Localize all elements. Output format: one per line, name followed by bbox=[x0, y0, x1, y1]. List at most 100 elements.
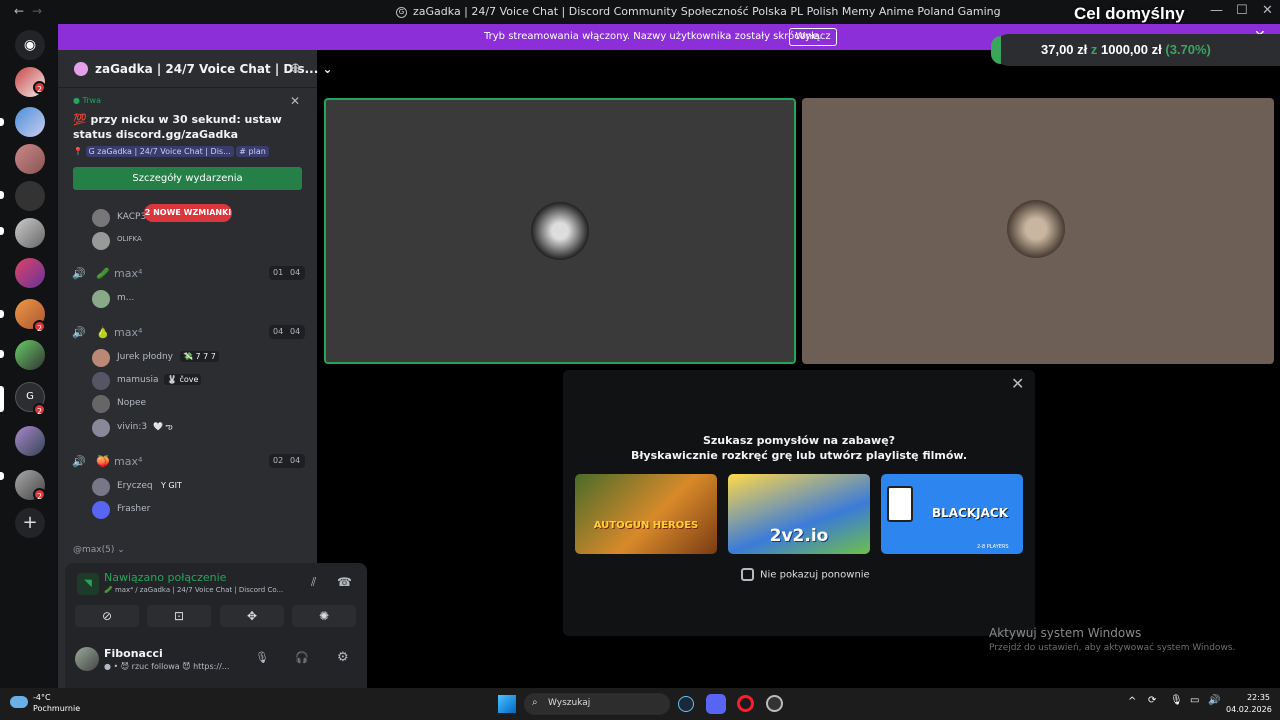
tray-monitor-icon[interactable]: ▭ bbox=[1190, 695, 1199, 706]
voice-channel[interactable]: 🔊 🥒 max⁴ 01 04 bbox=[72, 265, 312, 283]
tray-mic-icon[interactable]: 🎙 bbox=[1170, 695, 1183, 706]
app-icon[interactable] bbox=[766, 695, 783, 712]
tray-volume-icon[interactable]: 🔊 bbox=[1208, 695, 1220, 706]
window-title-text: zaGadka | 24/7 Voice Chat | Discord Comm… bbox=[413, 5, 1001, 18]
noise-suppression-icon[interactable]: ⫽ bbox=[311, 575, 316, 590]
username: Jurek płodny bbox=[117, 352, 173, 362]
participant-tile-speaking[interactable] bbox=[324, 98, 796, 364]
search-icon: ⌕ bbox=[532, 697, 538, 708]
modal-question: Szukasz pomysłów na zabawę? bbox=[702, 434, 896, 447]
participant-tile[interactable] bbox=[802, 98, 1274, 364]
screen-share-button[interactable]: ⊡ bbox=[147, 605, 211, 627]
players-tag: 2-8 PLAYERS bbox=[977, 544, 1009, 550]
donation-goal-widget: 37,00 zł z 1000,00 zł (3.70%) bbox=[991, 34, 1280, 66]
speaker-icon: 🔊 bbox=[72, 455, 86, 468]
username: vivin:3 bbox=[117, 422, 148, 432]
server-icon-9[interactable] bbox=[15, 426, 45, 456]
invite-people-icon[interactable]: ⊕ bbox=[290, 61, 301, 76]
goal-current: 37,00 zł bbox=[1041, 42, 1088, 57]
mention-badge: 2 bbox=[33, 320, 46, 333]
event-status: ● Trwa bbox=[73, 96, 101, 105]
server-icon-2[interactable] bbox=[15, 107, 45, 137]
channel-user-count: 04 04 bbox=[269, 325, 305, 339]
tray-chevron-icon[interactable]: ^ bbox=[1128, 696, 1136, 707]
weather-cloud-icon[interactable] bbox=[10, 696, 28, 708]
tray-sync-icon[interactable]: ⟳ bbox=[1148, 695, 1156, 706]
avatar bbox=[92, 395, 110, 413]
avatar bbox=[92, 501, 110, 519]
back-arrow-icon[interactable]: ← bbox=[14, 4, 24, 18]
settings-gear-icon[interactable]: ⚙ bbox=[337, 650, 349, 665]
dont-show-again-checkbox[interactable]: Nie pokazuj ponownie bbox=[741, 568, 870, 581]
taskbar-date[interactable]: 04.02.2026 bbox=[1226, 705, 1272, 714]
server-name-text: zaGadka | 24/7 Voice Chat | Dis... bbox=[95, 62, 319, 76]
checkbox-box[interactable] bbox=[741, 568, 754, 581]
event-channel-chip[interactable]: # plan bbox=[236, 146, 269, 157]
server-logo-icon bbox=[74, 62, 88, 76]
voice-channel[interactable]: 🔊 🍑 max⁴ 02 04 bbox=[72, 453, 312, 471]
activity-card-blackjack[interactable]: BLACKJACK 2-8 PLAYERS bbox=[881, 474, 1023, 554]
soundboard-button[interactable]: ✺ bbox=[292, 605, 356, 627]
add-server-icon[interactable]: + bbox=[15, 508, 45, 538]
activities-button[interactable]: ✥ bbox=[220, 605, 284, 627]
disconnect-icon[interactable]: ☎ bbox=[337, 575, 352, 589]
event-server-chip[interactable]: G zaGadka | 24/7 Voice Chat | Dis... bbox=[85, 146, 234, 157]
forward-arrow-icon[interactable]: → bbox=[32, 4, 42, 18]
donation-goal-title: Cel domyślny bbox=[1074, 4, 1185, 23]
current-user-status: ● • 😈 rzuc followa 😈 https://... bbox=[104, 662, 230, 671]
user-avatar[interactable] bbox=[75, 647, 99, 671]
minimize-button[interactable]: — bbox=[1210, 3, 1223, 18]
unread-indicator bbox=[0, 310, 4, 318]
close-event-icon[interactable]: ✕ bbox=[290, 94, 300, 108]
headset-icon[interactable]: 🎧 bbox=[295, 651, 309, 664]
participant-avatar bbox=[531, 202, 589, 260]
username: m... bbox=[117, 293, 135, 303]
current-username[interactable]: Fibonacci bbox=[104, 647, 163, 660]
close-modal-icon[interactable]: ✕ bbox=[1011, 374, 1024, 393]
activity-suggestion-modal: ✕ Szukasz pomysłów na zabawę? Błyskawicz… bbox=[563, 370, 1035, 636]
discord-home-icon[interactable]: ◉ bbox=[15, 30, 45, 60]
activity-title: BLACKJACK bbox=[931, 506, 1009, 520]
server-icon-6[interactable] bbox=[15, 258, 45, 288]
activity-card-2v2io[interactable]: 2v2.io bbox=[728, 474, 870, 554]
windows-start-icon[interactable] bbox=[498, 695, 516, 713]
server-icon-4[interactable] bbox=[15, 181, 45, 211]
user-status-tag: Y GIT bbox=[161, 481, 182, 490]
close-window-button[interactable]: ✕ bbox=[1262, 3, 1273, 18]
server-icon-5[interactable] bbox=[15, 218, 45, 248]
server-header[interactable]: zaGadka | 24/7 Voice Chat | Dis... ⌄ ⊕ bbox=[58, 50, 333, 88]
weather-temperature[interactable]: -4°C bbox=[33, 693, 51, 702]
speaker-icon: 🔊 bbox=[72, 326, 86, 339]
taskbar-search[interactable]: ⌕ Wyszukaj bbox=[524, 693, 670, 715]
maximize-button[interactable]: ☐ bbox=[1236, 3, 1248, 18]
event-details-button[interactable]: Szczegóły wydarzenia bbox=[73, 167, 302, 190]
channel-name: max⁴ bbox=[114, 326, 143, 339]
voice-channel-path: 🥒 max⁴ / zaGadka | 24/7 Voice Chat | Dis… bbox=[104, 586, 284, 594]
disable-streamer-mode-button[interactable]: Wyłącz bbox=[789, 28, 837, 46]
microphone-icon[interactable]: 🎙 bbox=[255, 651, 269, 664]
participant-avatar bbox=[1007, 200, 1065, 258]
channel-sidebar: zaGadka | 24/7 Voice Chat | Dis... ⌄ ⊕ ●… bbox=[58, 50, 367, 688]
weather-description[interactable]: Pochmurnie bbox=[33, 704, 80, 713]
new-mentions-badge[interactable]: 2 NOWE WZMIANKI bbox=[144, 204, 232, 222]
mention-badge: 2 bbox=[33, 488, 46, 501]
discord-taskbar-icon[interactable] bbox=[706, 694, 726, 714]
windows-taskbar: -4°C Pochmurnie ⌕ Wyszukaj ^ ⟳ 🎙 ▭ 🔊 22:… bbox=[0, 688, 1280, 720]
unread-indicator bbox=[0, 118, 4, 126]
username: Frasher bbox=[117, 504, 151, 514]
server-icon-8[interactable] bbox=[15, 340, 45, 370]
server-icon-3[interactable] bbox=[15, 144, 45, 174]
voice-channel[interactable]: 🔊 🍐 max⁴ 04 04 bbox=[72, 324, 312, 342]
window-title: GzaGadka | 24/7 Voice Chat | Discord Com… bbox=[396, 5, 1001, 18]
taskbar-clock[interactable]: 22:35 bbox=[1226, 693, 1270, 702]
steam-icon[interactable] bbox=[678, 696, 694, 712]
modal-subtitle: Błyskawicznie rozkręć grę lub utwórz pla… bbox=[630, 449, 968, 462]
camera-button[interactable]: ⊘ bbox=[75, 605, 139, 627]
user-count: 02 bbox=[273, 456, 284, 465]
signal-icon[interactable]: ◥ bbox=[77, 573, 99, 595]
voice-status[interactable]: Nawiązano połączenie bbox=[104, 571, 226, 584]
activity-card-autogun-heroes[interactable]: AUTOGUN HEROES bbox=[575, 474, 717, 554]
opera-icon[interactable] bbox=[737, 695, 754, 712]
more-channels-label[interactable]: @max(5) ⌄ bbox=[73, 545, 125, 555]
user-limit: 04 bbox=[290, 456, 301, 465]
